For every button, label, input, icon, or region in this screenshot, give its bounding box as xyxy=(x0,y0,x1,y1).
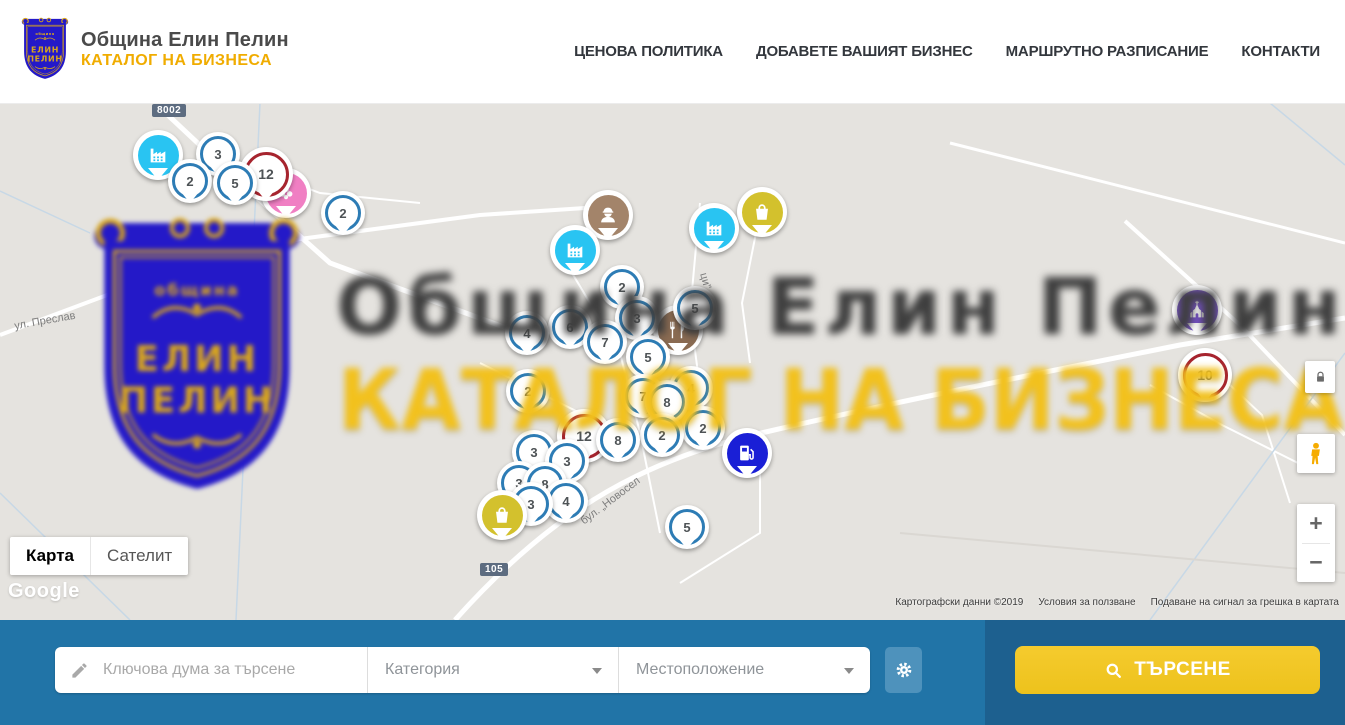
cluster-marker[interactable]: 7 xyxy=(583,320,627,364)
map-type-map-button[interactable]: Карта xyxy=(10,537,90,575)
advanced-settings-button[interactable] xyxy=(885,647,922,693)
category-marker-factory[interactable] xyxy=(550,225,600,275)
nav-contacts[interactable]: КОНТАКТИ xyxy=(1241,43,1320,60)
attribution-copyright: Картографски данни ©2019 xyxy=(895,597,1023,608)
category-marker-shopping-bag[interactable] xyxy=(737,187,787,237)
page: община ЕЛИН ПЕЛИН Община Елин Пелин КАТА… xyxy=(0,0,1345,725)
chevron-down-icon xyxy=(844,668,854,674)
brand-logo[interactable]: община ЕЛИН ПЕЛИН Община Елин Пелин КАТА… xyxy=(20,16,289,84)
pencil-icon xyxy=(70,661,89,680)
category-select[interactable]: Категория xyxy=(367,647,618,693)
marker-layer: 3251222356754247822128333834510 xyxy=(0,103,1345,620)
category-marker-fuel[interactable] xyxy=(722,428,772,478)
terms-link[interactable]: Условия за ползване xyxy=(1038,597,1135,608)
zoom-in-button[interactable]: + xyxy=(1297,504,1335,543)
chevron-down-icon xyxy=(592,668,602,674)
main-nav: ЦЕНОВА ПОЛИТИКА ДОБАВЕТЕ ВАШИЯТ БИЗНЕС М… xyxy=(574,0,1320,103)
cluster-marker[interactable]: 4 xyxy=(505,311,549,355)
category-select-label: Категория xyxy=(368,661,460,679)
zoom-control: + − xyxy=(1297,504,1335,582)
location-select[interactable]: Местоположение xyxy=(618,647,870,693)
cluster-marker[interactable]: 5 xyxy=(673,286,717,330)
map-canvas[interactable]: 3251222356754247822128333834510 община Е… xyxy=(0,103,1345,620)
keyword-input[interactable] xyxy=(101,660,367,680)
location-select-label: Местоположение xyxy=(619,661,764,679)
cluster-marker[interactable]: 8 xyxy=(596,418,640,462)
cluster-marker[interactable]: 2 xyxy=(506,369,550,413)
municipality-crest-icon: община ЕЛИН ПЕЛИН xyxy=(20,16,70,84)
site-title: Община Елин Пелин xyxy=(81,29,289,52)
cluster-marker[interactable]: 2 xyxy=(681,406,725,450)
cluster-marker[interactable]: 2 xyxy=(640,413,684,457)
map-type-satellite-button[interactable]: Сателит xyxy=(90,537,188,575)
search-icon xyxy=(1104,661,1123,680)
cluster-marker[interactable]: 5 xyxy=(213,161,257,205)
google-logo[interactable]: Google xyxy=(8,580,80,603)
pegman-button[interactable] xyxy=(1297,434,1335,473)
cluster-marker[interactable]: 10 xyxy=(1178,348,1232,402)
header: община ЕЛИН ПЕЛИН Община Елин Пелин КАТА… xyxy=(0,0,1345,104)
lock-icon xyxy=(1313,369,1328,386)
category-marker-factory[interactable] xyxy=(689,203,739,253)
zoom-out-button[interactable]: − xyxy=(1297,544,1335,583)
nav-add-business[interactable]: ДОБАВЕТЕ ВАШИЯТ БИЗНЕС xyxy=(756,43,973,60)
svg-text:ПЕЛИН: ПЕЛИН xyxy=(27,55,62,64)
search-fields-group: Категория Местоположение xyxy=(55,647,870,693)
cluster-marker[interactable]: 2 xyxy=(168,159,212,203)
site-subtitle: КАТАЛОГ НА БИЗНЕСА xyxy=(81,52,289,70)
nav-pricing-policy[interactable]: ЦЕНОВА ПОЛИТИКА xyxy=(574,43,723,60)
nav-route-schedule[interactable]: МАРШРУТНО РАЗПИСАНИЕ xyxy=(1006,43,1209,60)
lock-button[interactable] xyxy=(1305,361,1335,393)
svg-text:ЕЛИН: ЕЛИН xyxy=(31,45,59,54)
cluster-marker[interactable]: 2 xyxy=(321,191,365,235)
cluster-marker[interactable]: 5 xyxy=(626,335,670,379)
search-bar: Категория Местоположение ТЪРСЕНЕ xyxy=(0,620,1345,725)
pegman-icon xyxy=(1305,441,1327,467)
report-error-link[interactable]: Подаване на сигнал за грешка в картата xyxy=(1151,597,1339,608)
cluster-marker[interactable]: 5 xyxy=(665,505,709,549)
search-button-label: ТЪРСЕНЕ xyxy=(1134,659,1231,681)
category-marker-church[interactable] xyxy=(1172,285,1222,335)
category-marker-shopping-bag[interactable] xyxy=(477,490,527,540)
search-button[interactable]: ТЪРСЕНЕ xyxy=(1015,646,1320,694)
map-attribution: Картографски данни ©2019 Условия за полз… xyxy=(895,597,1339,608)
gear-icon xyxy=(894,660,914,680)
map-type-control: Карта Сателит xyxy=(10,537,188,575)
keyword-field-wrap xyxy=(55,647,367,693)
svg-text:община: община xyxy=(35,32,54,36)
